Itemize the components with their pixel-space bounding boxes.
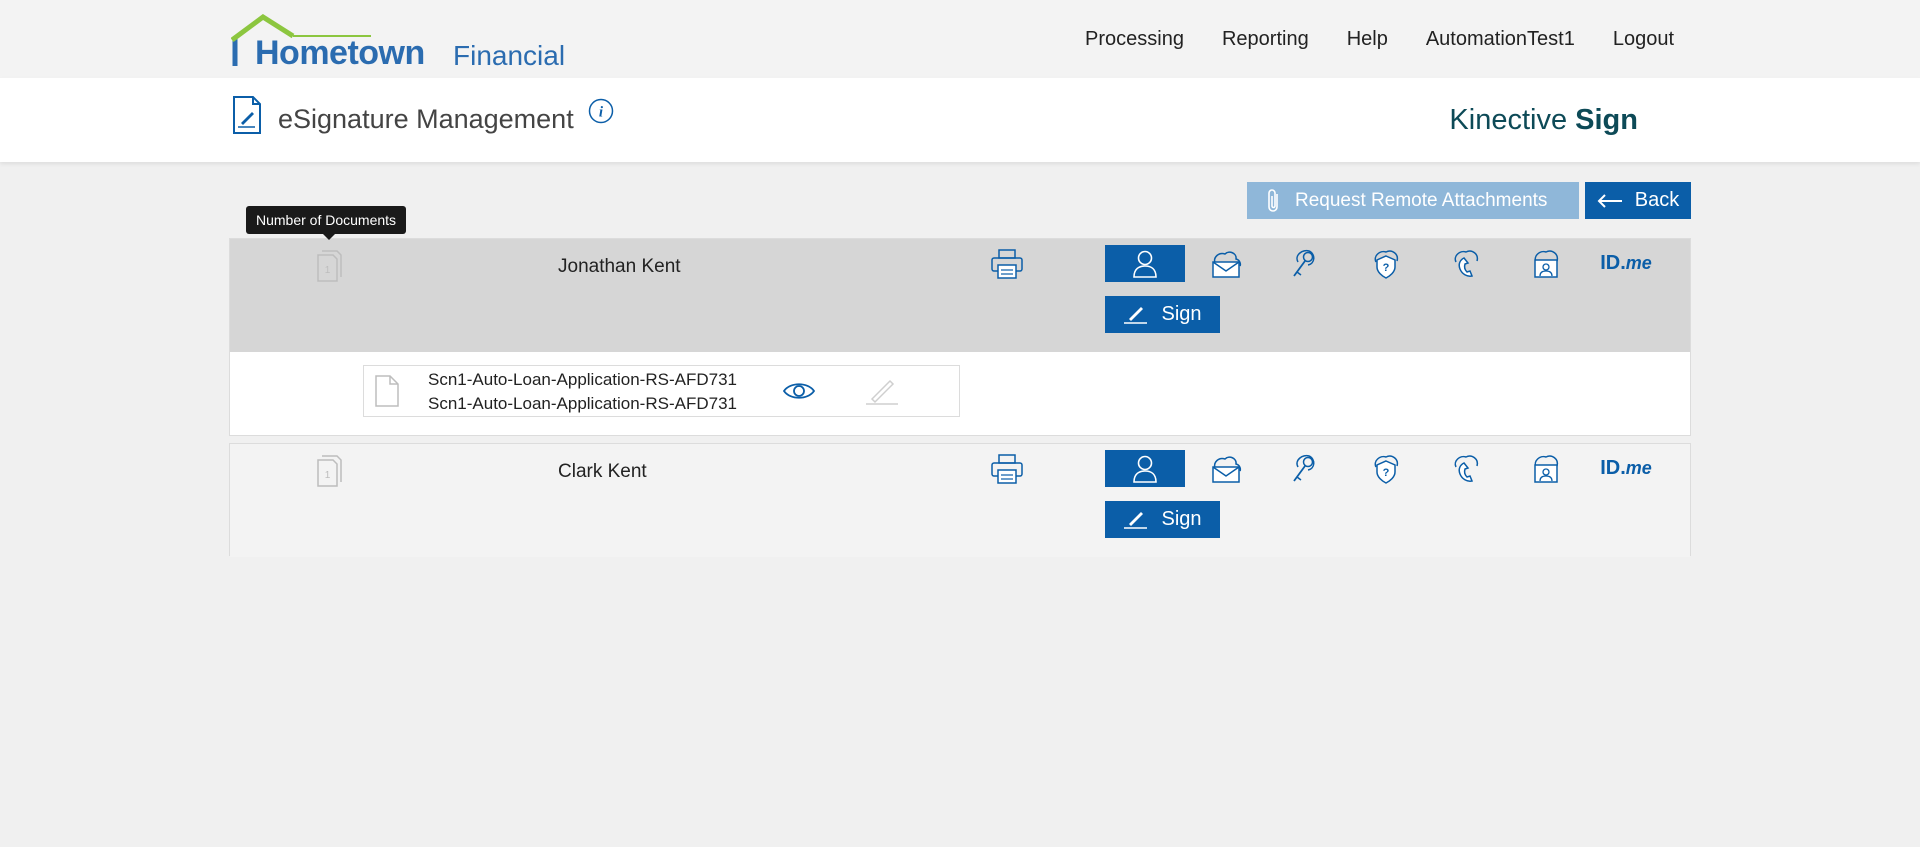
back-button[interactable]: Back [1585,182,1691,219]
nav-reporting[interactable]: Reporting [1222,28,1309,51]
signer-card: 1 Clark Kent ? ID.me Sign [229,443,1691,557]
phone-icon [1454,454,1479,482]
document-name-secondary: Scn1-Auto-Loan-Application-RS-AFD731 [428,394,737,413]
arrow-left-icon [1597,193,1622,208]
document-count-icon[interactable]: 1 [315,454,343,488]
auth-idme-button[interactable]: ID.me [1586,450,1666,487]
document-count-icon[interactable]: 1 [315,249,343,283]
nav-help[interactable]: Help [1347,28,1388,51]
auth-key-button[interactable] [1266,245,1346,282]
number-of-documents-tooltip: Number of Documents [246,206,407,240]
user-icon [1133,455,1157,483]
nav-processing[interactable]: Processing [1085,28,1184,51]
svg-text:i: i [599,105,604,121]
main-nav: Processing Reporting Help AutomationTest… [1085,28,1674,51]
document-sign-icon [233,96,261,134]
signer-row: 1 Clark Kent ? ID.me Sign [230,444,1690,557]
logo[interactable]: Hometown Financial [231,14,571,74]
svg-text:?: ? [1383,262,1390,274]
request-remote-attachments-button[interactable]: Request Remote Attachments [1247,182,1579,219]
security-question-icon: ? [1374,249,1399,279]
auth-security-question-button[interactable]: ? [1346,245,1426,282]
print-icon[interactable] [990,453,1024,485]
signer-card: 1 Jonathan Kent ? ID.me Sign Scn1-Auto-L… [229,238,1691,436]
file-icon [375,375,399,407]
page-title: eSignature Management [278,104,574,134]
svg-text:1: 1 [325,470,331,481]
sign-button[interactable]: Sign [1105,501,1220,538]
auth-id-card-button[interactable] [1506,450,1586,487]
id-card-icon [1534,454,1559,483]
brand-secondary: Financial [453,40,566,71]
signer-name: Jonathan Kent [558,256,681,277]
document-name: Scn1-Auto-Loan-Application-RS-AFD731 [428,370,737,389]
phone-icon [1454,249,1479,277]
key-icon [1293,249,1315,277]
view-document-icon[interactable] [782,380,816,402]
print-icon[interactable] [990,248,1024,280]
signer-name: Clark Kent [558,461,647,482]
idme-icon: ID.me [1600,252,1652,274]
cloud-email-icon [1212,250,1242,278]
sign-button[interactable]: Sign [1105,296,1220,333]
pen-icon [1124,511,1148,529]
pen-icon [1124,306,1148,324]
signer-row: 1 Jonathan Kent ? ID.me Sign [230,239,1690,352]
nav-logout[interactable]: Logout [1613,28,1674,51]
document-item: Scn1-Auto-Loan-Application-RS-AFD731 Scn… [363,365,960,417]
auth-security-question-button[interactable]: ? [1346,450,1426,487]
security-question-icon: ? [1374,454,1399,484]
auth-phone-button[interactable] [1426,450,1506,487]
svg-text:1: 1 [325,265,331,276]
paperclip-icon [1268,188,1278,212]
auth-email-button[interactable] [1186,450,1266,487]
id-card-icon [1534,249,1559,278]
documents-area: Scn1-Auto-Loan-Application-RS-AFD731 Scn… [230,352,1690,435]
auth-user-button[interactable] [1105,450,1185,487]
auth-phone-button[interactable] [1426,245,1506,282]
key-icon [1293,454,1315,482]
auth-email-button[interactable] [1186,245,1266,282]
sign-document-icon [866,379,898,405]
info-icon[interactable]: i [588,98,614,124]
brand-primary: Hometown [255,34,425,72]
idme-icon: ID.me [1600,457,1652,479]
auth-id-card-button[interactable] [1506,245,1586,282]
auth-idme-button[interactable]: ID.me [1586,245,1666,282]
auth-user-button[interactable] [1105,245,1185,282]
cloud-email-icon [1212,455,1242,483]
top-bar: Hometown Financial Processing Reporting … [0,0,1920,78]
vendor-brand: Kinective Sign [1449,104,1638,136]
svg-text:?: ? [1383,467,1390,479]
auth-key-button[interactable] [1266,450,1346,487]
user-icon [1133,250,1157,278]
nav-user[interactable]: AutomationTest1 [1426,28,1575,51]
